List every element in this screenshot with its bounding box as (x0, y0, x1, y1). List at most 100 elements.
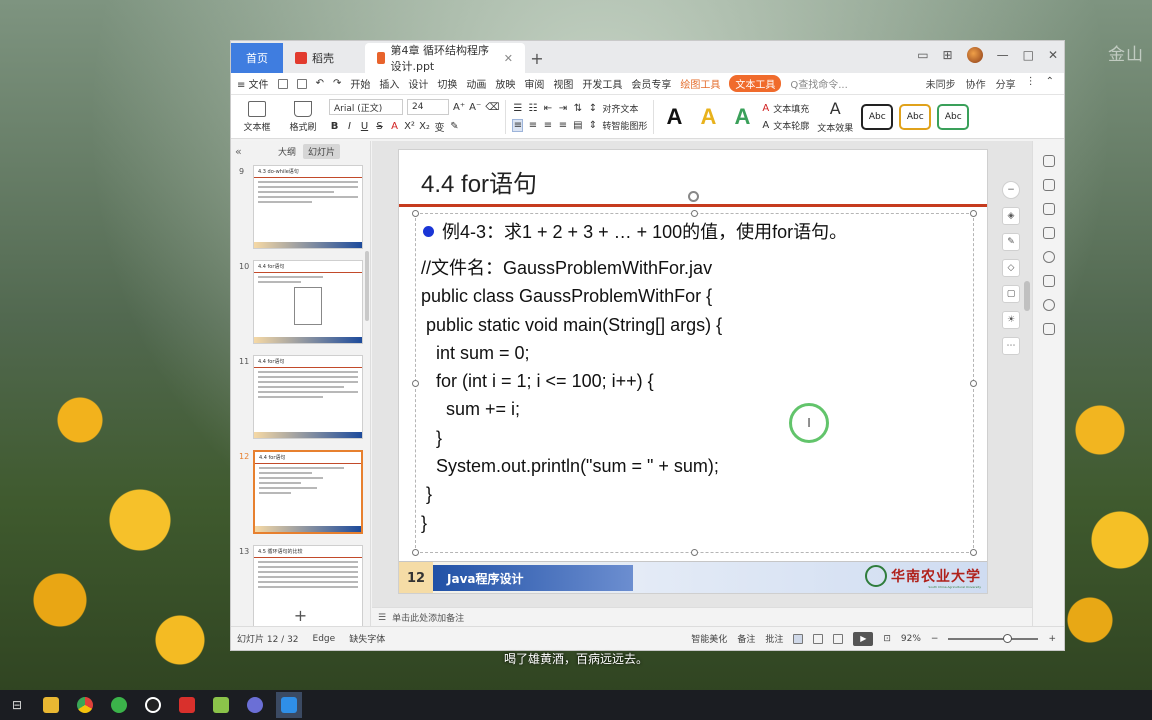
align-right-icon[interactable]: ≡ (542, 120, 553, 131)
zoom-level[interactable]: 92% (901, 634, 921, 644)
menu-text-tools[interactable]: 文本工具 (729, 75, 782, 92)
task-view-icon[interactable]: ⊟ (4, 692, 30, 718)
browser-icon[interactable] (106, 692, 132, 718)
maximize-icon[interactable]: □ (1023, 48, 1034, 62)
tab-daoke[interactable]: 稻壳 (283, 43, 365, 73)
share-button[interactable]: 分享 (996, 76, 1016, 91)
copy-icon[interactable] (1042, 227, 1055, 239)
bold-icon[interactable]: B (329, 121, 340, 132)
menu-design[interactable]: 设计 (408, 76, 428, 91)
wps-icon[interactable] (174, 692, 200, 718)
image-icon[interactable] (1042, 275, 1055, 287)
strikethrough-icon[interactable]: S (374, 121, 385, 132)
font-name-select[interactable]: Arial (正文) (329, 99, 403, 115)
missing-font-button[interactable]: 缺失字体 (349, 632, 385, 645)
resize-handle[interactable] (970, 210, 977, 217)
add-slide-button[interactable]: + (231, 603, 370, 627)
zoom-in-icon[interactable]: + (1048, 634, 1056, 644)
slides-tab[interactable]: 幻灯片 (303, 144, 341, 159)
menu-transition[interactable]: 切换 (437, 76, 457, 91)
menu-animation[interactable]: 动画 (466, 76, 486, 91)
underline-icon[interactable]: U (359, 121, 370, 132)
command-search[interactable]: Q查找命令... (790, 76, 847, 91)
outline-tab[interactable]: 大纲 (273, 144, 301, 159)
wordart-gold[interactable]: A (694, 104, 722, 130)
numbering-icon[interactable]: ☷ (527, 103, 538, 114)
subscript-icon[interactable]: X₂ (419, 121, 430, 132)
qq-icon[interactable] (140, 692, 166, 718)
resize-handle[interactable] (970, 549, 977, 556)
slide-thumbnail[interactable]: 11 4.4 for语句 (239, 355, 363, 439)
shape-style-2[interactable]: Abc (899, 103, 932, 130)
text-fill-button[interactable]: A 文本填充 (762, 102, 809, 115)
layers-icon[interactable]: ◈ (1002, 207, 1020, 225)
sorter-view-icon[interactable] (813, 633, 824, 644)
text-effect-button[interactable]: A 文本效果 (815, 99, 855, 134)
zoom-slider-knob[interactable] (1003, 633, 1013, 643)
shape-style-3[interactable]: Abc (937, 103, 970, 130)
format-painter-button[interactable]: 格式刷 (283, 100, 323, 133)
resize-handle[interactable] (970, 380, 977, 387)
fit-window-icon[interactable]: ⊡ (883, 634, 891, 644)
collab-button[interactable]: 协作 (966, 76, 986, 91)
menu-view[interactable]: 视图 (553, 76, 573, 91)
more-icon[interactable]: ⋮ (1026, 76, 1036, 91)
comments-toggle[interactable]: 批注 (765, 632, 783, 645)
help-icon[interactable] (1042, 251, 1055, 263)
collapse-ribbon-icon[interactable]: ⌃ (1046, 76, 1054, 91)
convert-smartart-button[interactable]: 转智能图形 (602, 119, 647, 132)
resize-handle[interactable] (691, 210, 698, 217)
slide-thumbnail[interactable]: 10 4.4 for语句 (239, 260, 363, 344)
decrease-indent-icon[interactable]: ⇤ (542, 103, 553, 114)
line-spacing-icon[interactable]: ↕ (587, 103, 598, 114)
minimize-icon[interactable]: — (997, 48, 1009, 62)
thumbnail-scrollbar[interactable] (365, 251, 369, 321)
undo-icon[interactable]: ↶ (316, 78, 324, 89)
menu-insert[interactable]: 插入 (379, 76, 399, 91)
tab-document[interactable]: 第4章 循环结构程序设计.ppt ✕ (365, 43, 525, 73)
app-icon[interactable] (242, 692, 268, 718)
notes-toggle[interactable]: 备注 (737, 632, 755, 645)
file-menu[interactable]: ≡ 文件 (237, 76, 269, 91)
notepad-icon[interactable] (208, 692, 234, 718)
resize-handle[interactable] (412, 380, 419, 387)
text-outline-button[interactable]: A 文本轮廓 (762, 119, 809, 132)
slide-title[interactable]: 4.4 for语句 (421, 164, 537, 199)
tab-home[interactable]: 首页 (231, 43, 283, 73)
justify-icon[interactable]: ≡ (557, 120, 568, 131)
crop-icon[interactable]: ▢ (1002, 285, 1020, 303)
textbox-button[interactable]: 文本框 (237, 100, 277, 133)
para-spacing-icon[interactable]: ⇕ (587, 120, 598, 131)
italic-icon[interactable]: I (344, 121, 355, 132)
close-tab-icon[interactable]: ✕ (504, 52, 513, 65)
fill-icon[interactable]: ◇ (1002, 259, 1020, 277)
close-window-icon[interactable]: ✕ (1048, 48, 1058, 62)
shrink-font-icon[interactable]: A⁻ (469, 102, 481, 113)
smart-beautify-button[interactable]: 智能美化 (691, 632, 727, 645)
menu-start[interactable]: 开始 (350, 76, 370, 91)
collapse-pane-icon[interactable]: « (235, 145, 242, 158)
save-icon[interactable] (277, 78, 288, 89)
sync-status[interactable]: 未同步 (926, 76, 956, 91)
layout-icon[interactable]: ▭ (917, 48, 928, 62)
text-direction-icon[interactable]: ⇅ (572, 103, 583, 114)
file-explorer-icon[interactable] (38, 692, 64, 718)
grow-font-icon[interactable]: A⁺ (453, 102, 465, 113)
chrome-icon[interactable] (72, 692, 98, 718)
rotate-handle[interactable] (688, 191, 699, 202)
increase-indent-icon[interactable]: ⇥ (557, 103, 568, 114)
font-size-select[interactable]: 24 (407, 99, 449, 115)
settings-sliders-icon[interactable] (1042, 179, 1055, 191)
redo-icon[interactable]: ↷ (333, 78, 341, 89)
menu-developer[interactable]: 开发工具 (582, 76, 622, 91)
select-icon[interactable] (1042, 155, 1055, 167)
align-text-button[interactable]: 对齐文本 (602, 102, 638, 115)
play-slideshow-icon[interactable]: ▶ (853, 631, 874, 646)
canvas-scrollbar[interactable] (1024, 281, 1030, 311)
menu-drawing-tools[interactable]: 绘图工具 (680, 76, 720, 91)
align-left-icon[interactable]: ≡ (512, 118, 524, 132)
wordart-green[interactable]: A (728, 104, 756, 130)
distribute-icon[interactable]: ▤ (572, 120, 583, 131)
zoom-slider[interactable] (948, 633, 1039, 643)
wordart-black[interactable]: A (660, 104, 688, 130)
